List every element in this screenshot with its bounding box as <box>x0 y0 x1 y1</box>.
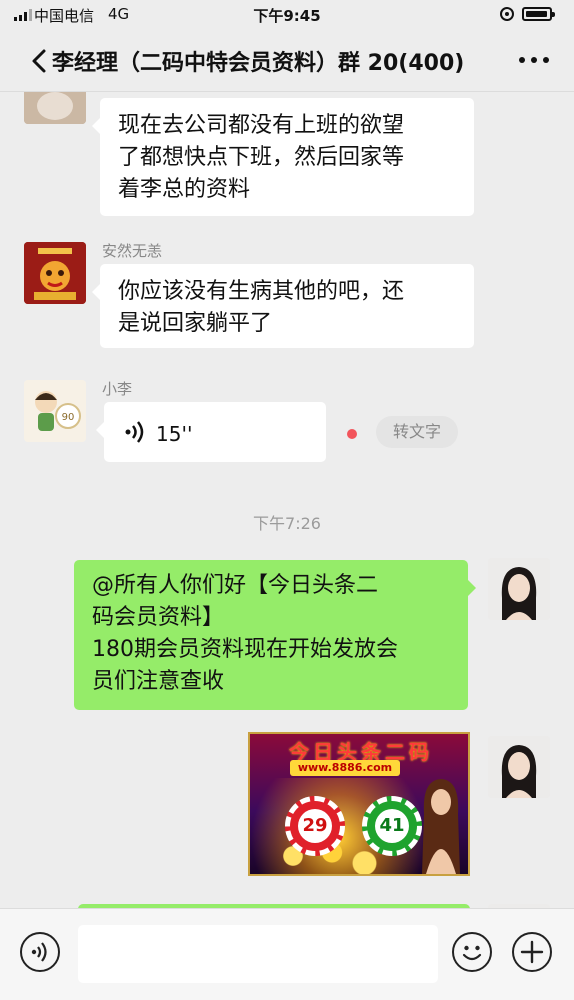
woman-avatar-icon <box>488 558 550 620</box>
chat-header: 李经理（二码中特会员资料）群 20(400) <box>0 30 574 92</box>
status-time: 下午9:45 <box>253 7 321 25</box>
avatar[interactable]: 90 <box>24 380 86 442</box>
sender-name: 小李 <box>102 380 133 398</box>
chevron-left-icon[interactable] <box>26 47 54 75</box>
cartoon-avatar-icon: 90 <box>24 380 86 442</box>
poker-chip-icon: 41 <box>362 796 422 856</box>
voice-wave-icon <box>125 421 144 443</box>
avatar[interactable] <box>488 736 550 798</box>
message-line: 着李总的资料 <box>118 177 251 202</box>
message-line: 了都想快点下班，然后回家等 <box>118 145 405 170</box>
orientation-lock-icon <box>500 7 514 21</box>
chat-title: 李经理（二码中特会员资料）群 20(400) <box>52 51 465 76</box>
message-bubble[interactable]: @所有人你们好【今日头条二 码会员资料】 180期会员资料现在开始发放会 员们注… <box>74 560 476 710</box>
lion-avatar-icon <box>24 242 86 304</box>
unread-dot <box>347 429 357 439</box>
voice-message[interactable]: 15'' <box>96 402 326 462</box>
message-line: 现在去公司都没有上班的欲望 <box>118 113 405 138</box>
image-message[interactable]: 今日头条二码 www.8886.com 29 41 <box>248 732 470 876</box>
plus-sign-icon <box>520 940 544 964</box>
message-line: 是说回家躺平了 <box>118 311 273 336</box>
message-line: 码会员资料】 <box>92 605 225 630</box>
chat-messages[interactable]: 现在去公司都没有上班的欲望 了都想快点下班，然后回家等 着李总的资料 安然无恙 … <box>0 92 574 908</box>
avatar[interactable] <box>24 242 86 304</box>
status-bar: 中国电信 4G 下午9:45 <box>0 0 574 30</box>
emoji-icon[interactable] <box>452 932 492 972</box>
voice-wave-icon <box>31 942 47 962</box>
avatar-photo-icon <box>24 92 86 124</box>
convert-to-text-button[interactable]: 转文字 <box>376 416 458 448</box>
message-input[interactable] <box>78 925 438 983</box>
voice-duration: 15'' <box>156 422 193 446</box>
input-bar <box>0 908 574 1000</box>
sender-name: 安然无恙 <box>102 242 163 260</box>
message-bubble[interactable]: 你应该没有生病其他的吧，还 是说回家躺平了 <box>92 264 474 348</box>
avatar[interactable] <box>24 92 86 124</box>
svg-text:90: 90 <box>62 412 75 423</box>
message-line: 180期会员资料现在开始发放会 <box>92 637 398 662</box>
message-line: 你应该没有生病其他的吧，还 <box>118 279 405 304</box>
poker-chip-icon: 29 <box>285 796 345 856</box>
woman-avatar-icon <box>488 736 550 798</box>
timestamp: 下午7:26 <box>253 514 321 533</box>
plus-icon[interactable] <box>512 932 552 972</box>
more-dots-icon[interactable] <box>516 45 556 75</box>
promo-banner: www.8886.com <box>290 760 400 776</box>
battery-icon <box>522 7 555 21</box>
smiley-face-icon <box>462 945 482 961</box>
woman-figure-icon <box>422 779 460 874</box>
message-line: 员们注意查收 <box>92 669 225 694</box>
message-line: @所有人你们好【今日头条二 <box>92 573 379 598</box>
number-ball: 41 <box>375 809 409 843</box>
voice-toggle-icon[interactable] <box>20 932 60 972</box>
number-ball: 29 <box>298 809 332 843</box>
message-bubble[interactable]: 现在去公司都没有上班的欲望 了都想快点下班，然后回家等 着李总的资料 <box>92 98 474 216</box>
avatar[interactable] <box>488 558 550 620</box>
